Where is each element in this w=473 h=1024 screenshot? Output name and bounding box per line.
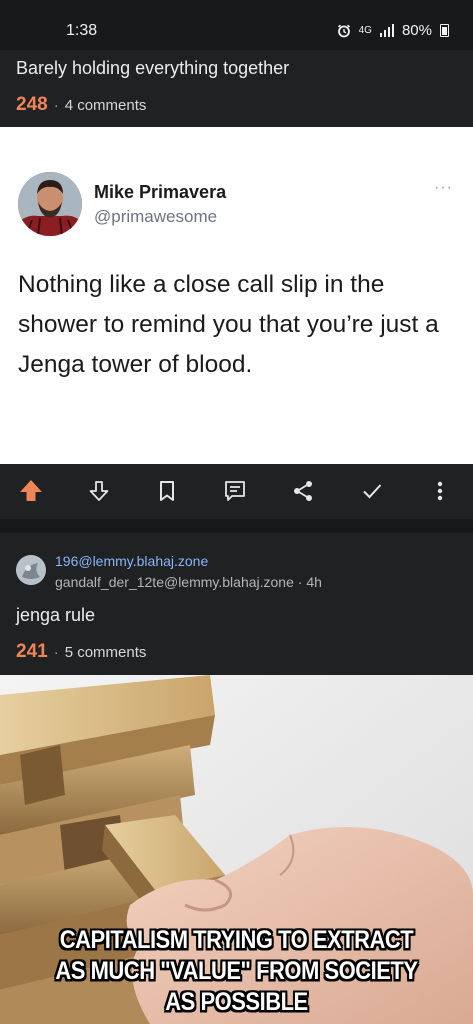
comment-count[interactable]: 5 comments (65, 644, 147, 661)
upvote-button[interactable] (16, 476, 46, 506)
tweet-author-name: Mike Primavera (94, 182, 227, 202)
post-score: 248 (16, 94, 48, 115)
downvote-icon (89, 481, 109, 501)
downvote-button[interactable] (84, 476, 114, 506)
meme-caption-line-1: CAPITALISM TRYING TO EXTRACT (59, 925, 414, 954)
signal-icon (379, 24, 394, 37)
comment-count[interactable]: 4 comments (65, 97, 147, 114)
bookmark-icon (160, 481, 174, 501)
more-options-button[interactable] (425, 476, 455, 506)
post-divider (0, 519, 473, 533)
separator-dot: · (53, 97, 59, 114)
battery-percent: 80% (401, 22, 432, 39)
check-icon (363, 484, 382, 499)
tweet-more-icon: ··· (434, 179, 453, 196)
community-name[interactable]: 196@lemmy.blahaj.zone (55, 553, 208, 569)
separator-dot: · (53, 644, 59, 661)
battery-icon (440, 24, 449, 37)
more-icon (437, 481, 443, 501)
tweet-author-handle: @primawesome (94, 207, 218, 226)
tweet-text: Nothing like a close call slip in the sh… (18, 271, 439, 378)
share-icon (294, 481, 312, 501)
bookmark-button[interactable] (152, 476, 182, 506)
alarm-icon (337, 24, 350, 37)
status-bar: 1:38 4G 80% (0, 0, 473, 50)
post-stats: 241 · 5 comments (16, 641, 146, 663)
status-indicators: 4G 80% (337, 22, 449, 39)
post-action-bar (0, 464, 473, 519)
community-icon[interactable] (16, 555, 46, 585)
post-score: 241 (16, 641, 48, 662)
comment-button[interactable] (220, 476, 250, 506)
comment-icon (225, 481, 245, 501)
post-title[interactable]: Barely holding everything together (16, 58, 289, 79)
meme-caption-line-3: AS POSSIBLE (165, 987, 308, 1016)
avatar (18, 172, 82, 236)
post-stats: 248 · 4 comments (16, 94, 146, 116)
post-author-meta[interactable]: gandalf_der_12te@lemmy.blahaj.zone · 4h (55, 574, 322, 590)
mark-read-button[interactable] (357, 476, 387, 506)
post-image-meme[interactable]: CAPITALISM TRYING TO EXTRACT AS MUCH "VA… (0, 675, 473, 1024)
post-image-tweet[interactable]: Mike Primavera @primawesome ··· Nothing … (0, 127, 473, 464)
post-title[interactable]: jenga rule (16, 605, 95, 626)
status-time: 1:38 (66, 22, 98, 39)
post-card[interactable]: 196@lemmy.blahaj.zone gandalf_der_12te@l… (0, 533, 473, 675)
meme-caption-line-2: AS MUCH "VALUE" FROM SOCIETY (55, 956, 418, 985)
meme-caption: CAPITALISM TRYING TO EXTRACT AS MUCH "VA… (0, 924, 473, 1017)
share-button[interactable] (288, 476, 318, 506)
upvote-icon (20, 480, 42, 501)
network-type: 4G (358, 25, 372, 36)
post-header[interactable]: Barely holding everything together 248 ·… (0, 50, 473, 127)
